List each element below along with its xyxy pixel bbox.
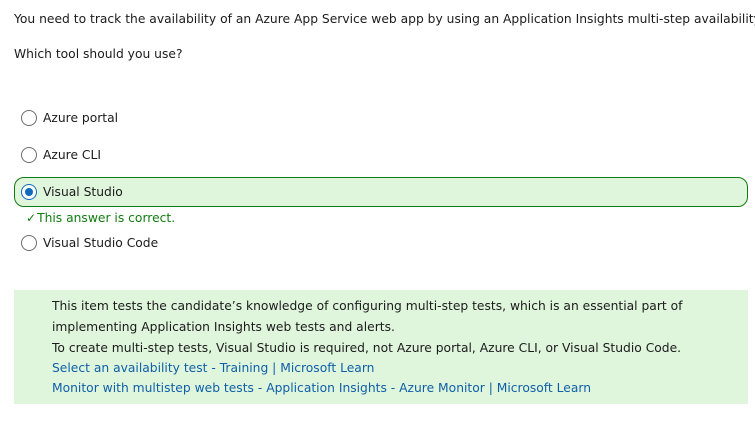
explanation-text: To create multi-step tests, Visual Studi… [52, 341, 682, 355]
explanation-text: This item tests the candidate’s knowledg… [52, 299, 683, 313]
question-prompt: Which tool should you use? [14, 47, 183, 61]
question-page: You need to track the availability of an… [0, 0, 755, 421]
option-label: Azure CLI [43, 148, 101, 162]
option-label: Visual Studio Code [43, 236, 159, 250]
option-azure-portal[interactable]: Azure portal [14, 103, 748, 133]
radio-button[interactable] [21, 235, 37, 251]
explanation-text: implementing Application Insights web te… [52, 320, 395, 334]
option-label: Visual Studio [43, 185, 123, 199]
option-visual-studio[interactable]: Visual Studio [14, 177, 748, 207]
option-azure-cli[interactable]: Azure CLI [14, 140, 748, 170]
radio-button[interactable] [21, 147, 37, 163]
answer-feedback: ✓This answer is correct. [26, 210, 175, 226]
feedback-text: This answer is correct. [37, 211, 176, 225]
radio-button-selected[interactable] [21, 184, 37, 200]
radio-selected-dot [25, 188, 33, 196]
question-stem: You need to track the availability of an… [14, 12, 755, 26]
option-label: Azure portal [43, 111, 119, 125]
checkmark-icon: ✓ [26, 211, 37, 225]
explanation-panel: This item tests the candidate’s knowledg… [14, 290, 748, 404]
link-select-availability-test[interactable]: Select an availability test - Training |… [52, 361, 374, 375]
link-monitor-multistep-web-tests[interactable]: Monitor with multistep web tests - Appli… [52, 381, 591, 395]
option-visual-studio-code[interactable]: Visual Studio Code [14, 228, 748, 258]
radio-button[interactable] [21, 110, 37, 126]
